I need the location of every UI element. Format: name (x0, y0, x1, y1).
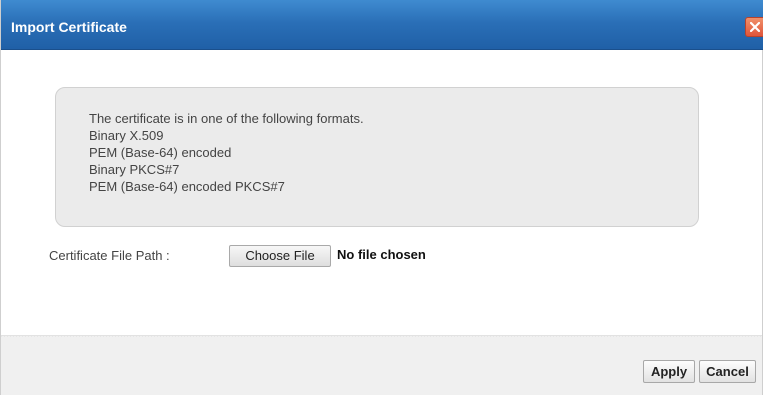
dialog-title: Import Certificate (11, 19, 127, 35)
certificate-formats-info: The certificate is in one of the followi… (55, 87, 699, 227)
import-certificate-dialog: Import Certificate The certificate is in… (0, 0, 763, 395)
cancel-button[interactable]: Cancel (699, 360, 756, 383)
apply-button[interactable]: Apply (643, 360, 695, 383)
title-bar: Import Certificate (1, 0, 763, 50)
close-button[interactable] (745, 17, 763, 37)
format-item: PEM (Base-64) encoded (89, 145, 232, 160)
format-item: Binary X.509 (89, 128, 164, 143)
certificate-file-path-label: Certificate File Path : (49, 248, 170, 263)
format-item: Binary PKCS#7 (89, 162, 180, 177)
file-status: No file chosen (337, 247, 426, 262)
info-heading: The certificate is in one of the followi… (89, 111, 364, 126)
format-item: PEM (Base-64) encoded PKCS#7 (89, 179, 285, 194)
dialog-footer: Apply Cancel (1, 335, 762, 395)
choose-file-button[interactable]: Choose File (229, 245, 331, 267)
close-icon (750, 22, 760, 32)
